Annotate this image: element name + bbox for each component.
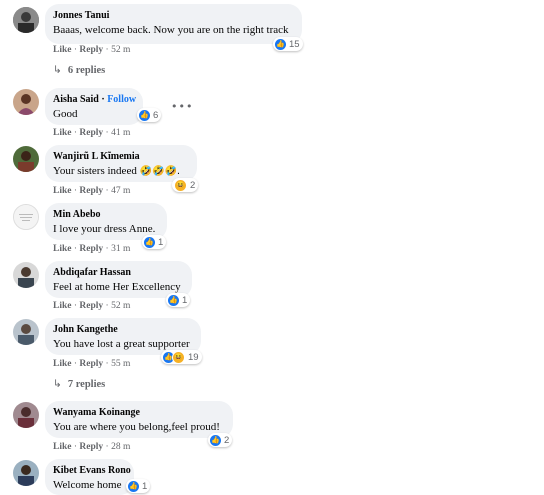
reaction-badge[interactable]: 👍 2 [208, 433, 233, 447]
comment-actions: Like · Reply · 31 m [53, 244, 131, 254]
reply-button[interactable]: Reply [79, 359, 103, 369]
thumbs-up-icon: 👍 [275, 38, 286, 50]
commenter-name[interactable]: Jonnes Tanui [53, 10, 292, 22]
avatar[interactable] [13, 7, 39, 33]
reaction-badge[interactable]: 👍 6 [137, 108, 162, 122]
commenter-name[interactable]: Wanjirũ L Kĩmemia [53, 151, 187, 163]
comment-bubble: Kibet Evans Rono Welcome home [45, 459, 134, 495]
like-button[interactable]: Like [53, 442, 71, 452]
commenter-name[interactable]: John Kangethe [53, 324, 191, 336]
like-button[interactable]: Like [53, 359, 71, 369]
timestamp[interactable]: 55 m [111, 359, 130, 369]
avatar[interactable] [13, 402, 39, 428]
timestamp[interactable]: 52 m [111, 301, 130, 311]
view-replies-link[interactable]: ↳ 7 replies [53, 378, 105, 390]
avatar[interactable] [13, 89, 39, 115]
thumbs-up-icon: 👍 [168, 294, 179, 306]
reply-arrow-icon: ↳ [53, 378, 62, 390]
more-dots-icon[interactable]: ••• [171, 100, 193, 113]
avatar[interactable] [13, 146, 39, 172]
thumbs-up-icon: 👍 [144, 236, 155, 248]
reaction-badge[interactable]: 👍 😆 19 [161, 350, 202, 364]
timestamp[interactable]: 41 m [111, 128, 130, 138]
thumbs-up-icon: 👍 [139, 109, 150, 121]
reply-button[interactable]: Reply [79, 128, 103, 138]
commenter-name[interactable]: Min Abebo [53, 209, 157, 221]
thumbs-up-icon: 👍 [210, 434, 221, 446]
comment-bubble: Wanjirũ L Kĩmemia Your sisters indeed 🤣🤣… [45, 145, 197, 182]
like-button[interactable]: Like [53, 128, 71, 138]
commenter-name[interactable]: Kibet Evans Rono [53, 465, 131, 477]
reply-arrow-icon: ↳ [53, 64, 62, 76]
avatar[interactable] [13, 204, 39, 230]
like-button[interactable]: Like [53, 186, 71, 196]
reply-button[interactable]: Reply [79, 186, 103, 196]
reaction-badge[interactable]: 👍 1 [166, 293, 191, 307]
comment-actions: Like · Reply · 28 m [53, 442, 131, 452]
like-button[interactable]: Like [53, 301, 71, 311]
reaction-badge[interactable]: 😆 2 [172, 178, 199, 192]
reaction-badge[interactable]: 👍 1 [126, 479, 151, 493]
comment-bubble: Aisha Said · Follow Good [45, 88, 143, 125]
reply-button[interactable]: Reply [79, 301, 103, 311]
view-replies-link[interactable]: ↳ 6 replies [53, 64, 105, 76]
timestamp[interactable]: 47 m [111, 186, 130, 196]
comment-text: Welcome home [53, 479, 122, 491]
commenter-name[interactable]: Aisha Said [53, 94, 99, 105]
timestamp[interactable]: 31 m [111, 244, 130, 254]
comment-text: You are where you belong,feel proud! [53, 421, 220, 433]
reply-button[interactable]: Reply [79, 442, 103, 452]
reply-button[interactable]: Reply [79, 244, 103, 254]
avatar[interactable] [13, 460, 39, 486]
laughing-face-icon: 😆 [172, 350, 185, 364]
comment-text: Feel at home Her Excellency [53, 281, 181, 293]
reaction-badge[interactable]: 👍 1 [142, 235, 167, 249]
comment-actions: Like · Reply · 52 m [53, 301, 131, 311]
comment-actions: Like · Reply · 41 m [53, 128, 131, 138]
avatar[interactable] [13, 319, 39, 345]
reaction-badge[interactable]: 👍 15 [273, 37, 303, 51]
comment-text: I love your dress Anne. [53, 223, 156, 235]
comment-actions: Like · Reply · 47 m [53, 186, 131, 196]
laughing-face-icon: 😆 [174, 178, 187, 192]
avatar[interactable] [13, 262, 39, 288]
timestamp[interactable]: 28 m [111, 442, 130, 452]
like-button[interactable]: Like [53, 45, 71, 55]
comment-text: Good [53, 108, 78, 120]
thumbs-up-icon: 👍 [128, 480, 139, 492]
comment-bubble: Jonnes Tanui Baaas, welcome back. Now yo… [45, 4, 302, 44]
reply-button[interactable]: Reply [79, 45, 103, 55]
timestamp[interactable]: 52 m [111, 45, 130, 55]
follow-button[interactable]: Follow [107, 94, 136, 105]
laughing-emoji: 🤣🤣🤣. [139, 166, 181, 177]
comment-actions: Like · Reply · 55 m [53, 359, 131, 369]
comment-text: Baaas, welcome back. Now you are on the … [53, 24, 289, 36]
comment-text: Your sisters indeed [53, 165, 137, 177]
like-button[interactable]: Like [53, 244, 71, 254]
comment-actions: Like · Reply · 52 m [53, 45, 131, 55]
commenter-name[interactable]: Wanyama Koinange [53, 407, 223, 419]
commenter-name[interactable]: Abdiqafar Hassan [53, 267, 182, 279]
comment-bubble: Wanyama Koinange You are where you belon… [45, 401, 233, 438]
